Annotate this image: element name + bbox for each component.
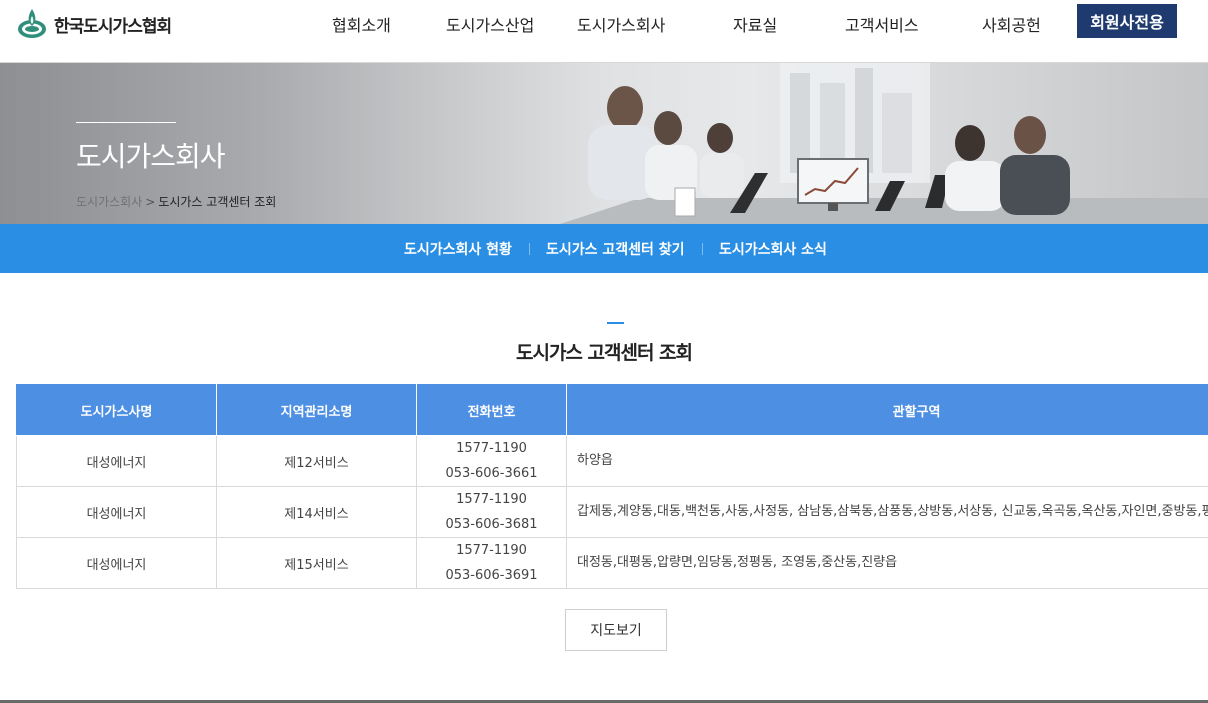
- customer-center-table: 도시가스사명 지역관리소명 전화번호 관할구역 대성에너지 제12서비스 157…: [16, 384, 1208, 589]
- logo-flame-icon: [18, 9, 46, 38]
- table-header-row: 도시가스사명 지역관리소명 전화번호 관할구역: [16, 384, 1208, 436]
- banner-title-line: [76, 122, 176, 123]
- breadcrumb-item-companies[interactable]: 도시가스회사: [76, 193, 142, 210]
- cell-office: 제15서비스: [216, 537, 417, 589]
- subnav-divider: [529, 243, 530, 255]
- cell-company: 대성에너지: [16, 537, 217, 589]
- phone-direct: 053-606-3691: [445, 568, 538, 583]
- cell-area: 하양읍: [566, 435, 1208, 487]
- column-header-company: 도시가스사명: [16, 384, 217, 436]
- phone-direct: 053-606-3681: [445, 517, 538, 532]
- site-logo[interactable]: 한국도시가스협회: [16, 6, 172, 42]
- breadcrumb: 도시가스회사 > 도시가스 고객센터 조회: [76, 193, 276, 210]
- column-header-office: 지역관리소명: [216, 384, 417, 436]
- nav-industry[interactable]: 도시가스산업: [446, 12, 534, 36]
- column-header-area: 관할구역: [566, 384, 1208, 436]
- cell-area: 갑제동,계양동,대동,백천동,사동,사정동, 삼남동,삼북동,삼풍동,상방동,서…: [566, 486, 1208, 538]
- cell-phone: 1577-1190 053-606-3681: [416, 486, 567, 538]
- cell-company: 대성에너지: [16, 486, 217, 538]
- cell-phone: 1577-1190 053-606-3661: [416, 435, 567, 487]
- nav-companies[interactable]: 도시가스회사: [577, 12, 665, 36]
- cell-office: 제12서비스: [216, 435, 417, 487]
- table-row: 대성에너지 제14서비스 1577-1190 053-606-3681 갑제동,…: [16, 486, 1208, 538]
- phone-direct: 053-606-3661: [445, 466, 538, 481]
- cell-phone: 1577-1190 053-606-3691: [416, 537, 567, 589]
- nav-customer-service[interactable]: 고객서비스: [845, 12, 919, 36]
- member-only-button[interactable]: 회원사전용: [1077, 4, 1177, 38]
- cell-company: 대성에너지: [16, 435, 217, 487]
- subnav-divider: [702, 243, 703, 255]
- table-row: 대성에너지 제15서비스 1577-1190 053-606-3691 대정동,…: [16, 537, 1208, 589]
- page-banner: 도시가스회사 도시가스회사 > 도시가스 고객센터 조회: [0, 63, 1208, 224]
- page-title: 도시가스회사: [76, 140, 226, 173]
- breadcrumb-separator: >: [145, 194, 156, 209]
- sub-nav: 도시가스회사 현황 도시가스 고객센터 찾기 도시가스회사 소식: [0, 224, 1208, 273]
- phone-main: 1577-1190: [456, 492, 527, 507]
- section-title: 도시가스 고객센터 조회: [515, 342, 693, 364]
- column-header-phone: 전화번호: [416, 384, 567, 436]
- site-header: 한국도시가스협회 협회소개 도시가스산업 도시가스회사 자료실 고객서비스 사회…: [0, 0, 1208, 63]
- logo-text: 한국도시가스협회: [54, 16, 172, 37]
- cell-area: 대정동,대평동,압량면,임당동,정평동, 조영동,중산동,진량읍: [566, 537, 1208, 589]
- view-map-button[interactable]: 지도보기: [565, 609, 667, 651]
- cell-office: 제14서비스: [216, 486, 417, 538]
- subnav-company-news[interactable]: 도시가스회사 소식: [719, 239, 827, 259]
- phone-main: 1577-1190: [456, 543, 527, 558]
- section-title-accent: [607, 322, 624, 324]
- subnav-find-customer-center[interactable]: 도시가스 고객센터 찾기: [546, 239, 685, 259]
- nav-resources[interactable]: 자료실: [733, 12, 777, 36]
- breadcrumb-item-current: 도시가스 고객센터 조회: [158, 195, 277, 209]
- phone-main: 1577-1190: [456, 441, 527, 456]
- subnav-company-status[interactable]: 도시가스회사 현황: [404, 239, 512, 259]
- table-row: 대성에너지 제12서비스 1577-1190 053-606-3661 하양읍: [16, 435, 1208, 487]
- nav-social-contribution[interactable]: 사회공헌: [982, 12, 1041, 36]
- nav-about[interactable]: 협회소개: [332, 12, 391, 36]
